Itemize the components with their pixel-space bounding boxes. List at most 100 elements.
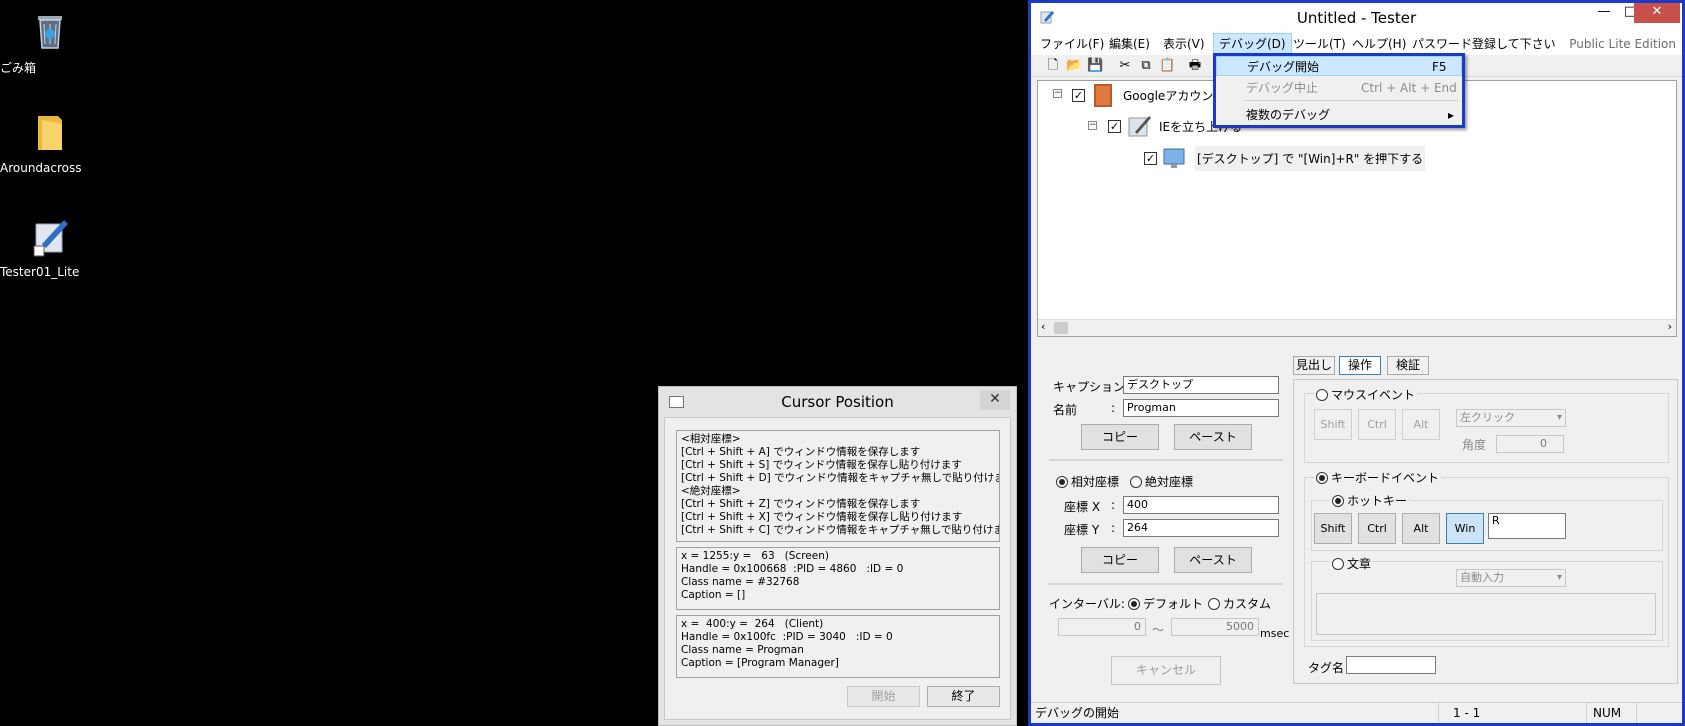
desktop-icon-tester[interactable]: Tester01_Lite xyxy=(0,214,100,279)
radio-selected[interactable] xyxy=(1128,598,1140,610)
coord-y-label: 座標 Y xyxy=(1064,523,1100,537)
checkbox[interactable]: ✓ xyxy=(1108,119,1121,133)
radio-unselected[interactable] xyxy=(1130,476,1142,488)
caption-label: キャプション: xyxy=(1053,380,1130,394)
coord-y-input[interactable]: 264 xyxy=(1123,519,1279,537)
copy-icon[interactable]: ⧉ xyxy=(1138,58,1154,74)
text-area[interactable] xyxy=(1316,593,1656,635)
name-input[interactable]: Progman xyxy=(1123,399,1279,417)
paste-icon[interactable]: 📋 xyxy=(1159,58,1175,74)
hotkey-alt-button[interactable]: Alt xyxy=(1402,513,1440,544)
desktop-computer-icon xyxy=(1163,148,1185,168)
menu-item-multi-debug[interactable]: 複数のデバッグ ▸ xyxy=(1216,105,1462,125)
radio-selected[interactable] xyxy=(1056,476,1068,488)
mouse-ctrl-button[interactable]: Ctrl xyxy=(1358,409,1396,440)
menu-debug[interactable]: デバッグ(D) xyxy=(1213,33,1292,55)
tab-heading[interactable]: 見出し xyxy=(1293,356,1335,375)
interval-min-input[interactable]: 0 xyxy=(1058,618,1146,636)
relative-coord-radio[interactable]: 相対座標 xyxy=(1056,473,1119,490)
close-button[interactable]: ✕ xyxy=(1634,3,1680,23)
interval-default-radio[interactable]: デフォルト xyxy=(1128,595,1203,612)
hotkey-win-button[interactable]: Win xyxy=(1446,513,1484,544)
coord-y-colon: : xyxy=(1111,521,1116,535)
coord-x-input[interactable]: 400 xyxy=(1123,496,1279,514)
click-type-select[interactable]: 左クリック ▾ xyxy=(1456,409,1566,427)
radio-selected[interactable] xyxy=(1316,472,1328,484)
menu-password[interactable]: パスワード登録して下さい xyxy=(1407,33,1561,55)
menu-item-stop-debug[interactable]: デバッグ中止 Ctrl + Alt + End xyxy=(1216,78,1462,98)
mouse-shift-button[interactable]: Shift xyxy=(1314,409,1352,440)
browser-icon xyxy=(1128,116,1151,137)
hotkey-radio[interactable]: ホットキー xyxy=(1330,492,1410,509)
desktop-icon-folder[interactable]: Aroundacross xyxy=(0,110,100,175)
title-bar[interactable]: Cursor Position ✕ xyxy=(659,387,1016,417)
minimize-button[interactable]: — xyxy=(1591,3,1617,25)
radio-selected[interactable] xyxy=(1332,495,1344,507)
radio-unselected[interactable] xyxy=(1208,598,1220,610)
menu-item-label: デバッグ中止 xyxy=(1246,81,1319,95)
menu-view[interactable]: 表示(V) xyxy=(1158,33,1210,55)
custom-label: カスタム xyxy=(1223,597,1272,611)
radio-unselected[interactable] xyxy=(1316,389,1328,401)
radio-unselected[interactable] xyxy=(1332,558,1344,570)
print-icon[interactable]: 🖶 xyxy=(1187,58,1203,74)
checkbox[interactable]: ✓ xyxy=(1144,151,1157,165)
menu-help[interactable]: ヘルプ(H) xyxy=(1347,33,1411,55)
checkbox[interactable]: ✓ xyxy=(1072,88,1085,102)
tree-node[interactable]: ✓ [デスクトップ] で "[Win]+R" を押下する xyxy=(1144,144,1426,172)
status-bar: デバッグの開始 1 - 1 NUM xyxy=(1031,702,1682,723)
click-type-value: 左クリック xyxy=(1460,411,1515,424)
hotkey-label: ホットキー xyxy=(1347,494,1408,508)
keyboard-event-label: キーボードイベント xyxy=(1331,471,1440,485)
auto-input-select[interactable]: 自動入力 ▾ xyxy=(1456,569,1566,587)
interval-max-input[interactable]: 5000 xyxy=(1171,618,1259,636)
open-folder-icon[interactable]: 📂 xyxy=(1066,58,1082,74)
angle-input[interactable]: 0 xyxy=(1496,435,1564,453)
paste-coord-button[interactable]: ペースト xyxy=(1174,547,1252,573)
mouse-event-radio[interactable]: マウスイベント xyxy=(1314,386,1418,403)
tree-node[interactable]: ✓ Googleアカウント xyxy=(1072,81,1225,109)
close-button[interactable]: ✕ xyxy=(980,390,1010,410)
menu-item-start-debug[interactable]: デバッグ開始 F5 xyxy=(1216,56,1462,76)
scroll-left-icon[interactable]: ‹ xyxy=(1041,320,1045,333)
absolute-coord-radio[interactable]: 絶対座標 xyxy=(1130,473,1193,490)
scroll-thumb[interactable] xyxy=(1054,322,1068,334)
copy-button[interactable]: コピー xyxy=(1081,424,1159,450)
hotkey-key-input[interactable]: R xyxy=(1488,513,1566,539)
collapse-icon[interactable]: − xyxy=(1053,89,1062,98)
menu-item-shortcut: Ctrl + Alt + End xyxy=(1361,81,1457,95)
save-icon[interactable]: 💾 xyxy=(1087,58,1103,74)
tree-node-label: [デスクトップ] で "[Win]+R" を押下する xyxy=(1195,145,1426,171)
hotkey-ctrl-button[interactable]: Ctrl xyxy=(1358,513,1396,544)
start-button[interactable]: 開始 xyxy=(847,686,920,707)
tab-operation[interactable]: 操作 xyxy=(1339,356,1381,375)
scroll-right-icon[interactable]: › xyxy=(1668,320,1672,333)
horizontal-scrollbar[interactable]: ‹ › xyxy=(1038,319,1676,336)
tester-app-icon xyxy=(33,220,68,257)
keyboard-event-radio[interactable]: キーボードイベント xyxy=(1314,469,1442,486)
tag-name-input[interactable] xyxy=(1346,656,1436,674)
title-bar[interactable]: Untitled - Tester — □ ✕ xyxy=(1031,3,1682,33)
menu-file[interactable]: ファイル(F) xyxy=(1035,33,1109,55)
end-button[interactable]: 終了 xyxy=(927,686,1000,707)
hotkey-shift-button[interactable]: Shift xyxy=(1314,513,1352,544)
window-title: Cursor Position xyxy=(781,393,894,411)
new-file-icon[interactable]: 🗋 xyxy=(1045,58,1061,74)
cut-icon[interactable]: ✂ xyxy=(1117,58,1133,74)
desktop-icon-recycle-bin[interactable]: ごみ箱 xyxy=(0,8,100,75)
text-radio[interactable]: 文章 xyxy=(1330,555,1374,572)
copy-coord-button[interactable]: コピー xyxy=(1081,547,1159,573)
caption-input[interactable]: デスクトップ xyxy=(1123,376,1279,394)
paste-button[interactable]: ペースト xyxy=(1174,424,1252,450)
collapse-icon[interactable]: − xyxy=(1088,121,1097,130)
mouse-alt-button[interactable]: Alt xyxy=(1402,409,1440,440)
interval-custom-radio[interactable]: カスタム xyxy=(1208,595,1271,612)
status-num: NUM xyxy=(1586,703,1636,723)
cancel-button[interactable]: キャンセル xyxy=(1111,656,1221,685)
tab-verify[interactable]: 検証 xyxy=(1387,356,1429,375)
desktop-icon-label: Aroundacross xyxy=(0,161,82,175)
menu-edit[interactable]: 編集(E) xyxy=(1104,33,1155,55)
client-info-box: x = 400:y = 264 (Client) Handle = 0x100f… xyxy=(676,615,1000,678)
menu-tools[interactable]: ツール(T) xyxy=(1288,33,1351,55)
default-label: デフォルト xyxy=(1143,597,1204,611)
